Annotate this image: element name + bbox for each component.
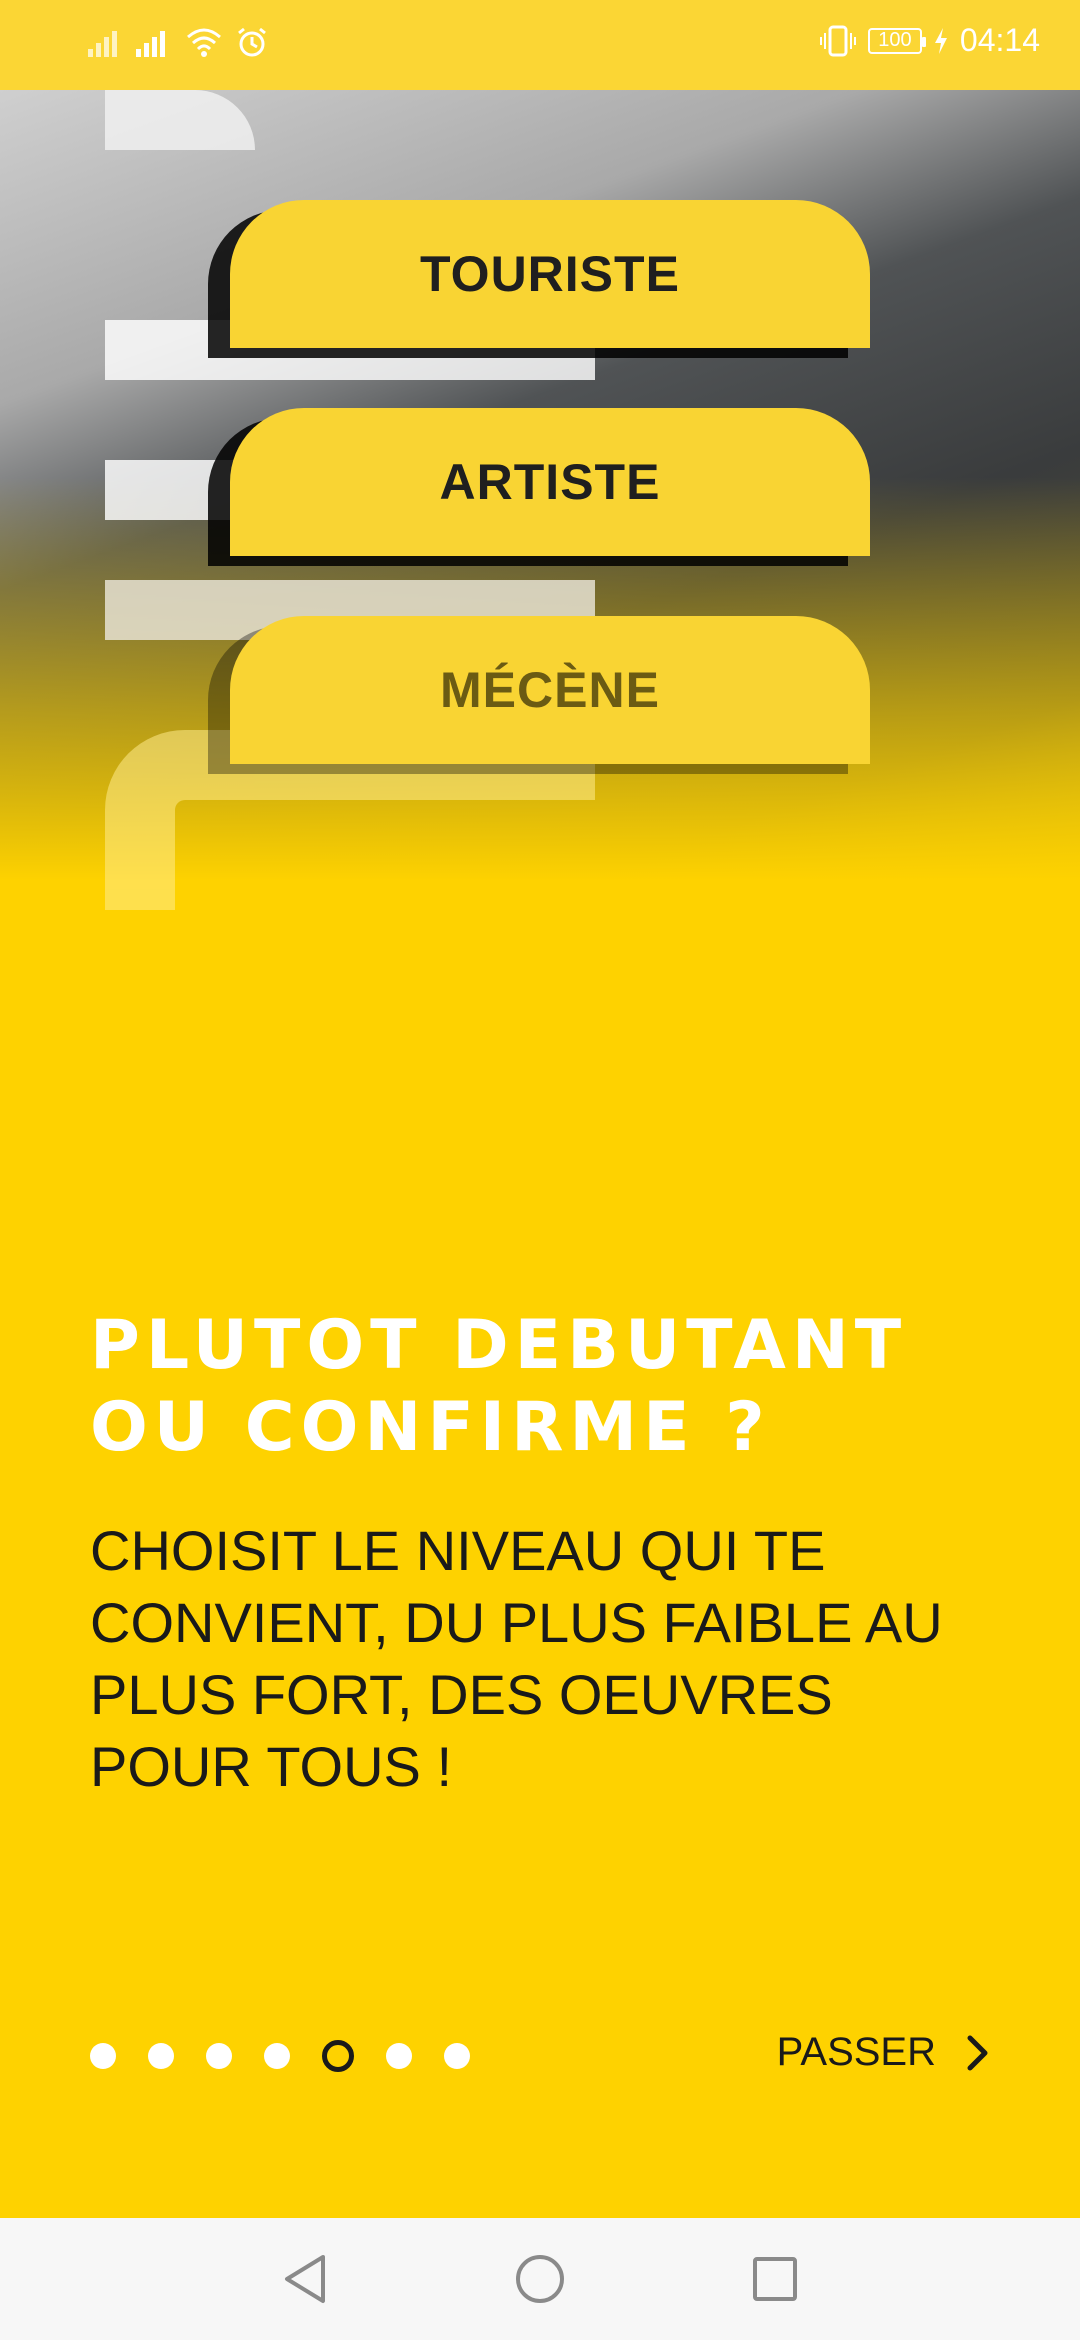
charging-icon xyxy=(934,27,947,54)
role-button-label: TOURISTE xyxy=(420,246,680,302)
page-dot[interactable] xyxy=(206,2043,232,2069)
navigation-bar xyxy=(0,2218,1080,2340)
page-dot[interactable] xyxy=(444,2043,470,2069)
page-dot[interactable] xyxy=(90,2043,116,2069)
signal-icon xyxy=(136,31,165,57)
onboarding-description: CHOISIT LE NIVEAU QUI TE CONVIENT, DU PL… xyxy=(90,1519,943,1798)
role-button-touriste: TOURISTE xyxy=(230,200,870,348)
page-indicator xyxy=(90,2040,470,2072)
role-button-label: MÉCÈNE xyxy=(440,662,660,718)
status-right: 100 04:14 xyxy=(819,22,1040,59)
status-bar: 100 04:14 xyxy=(0,0,1080,90)
skip-button-label: PASSER xyxy=(776,2030,936,2074)
wifi-icon xyxy=(187,28,221,57)
battery-level: 100 xyxy=(878,29,912,51)
role-button-mecene: MÉCÈNE xyxy=(230,616,870,764)
page-dot[interactable] xyxy=(148,2043,174,2069)
hero-illustration: TOURISTE ARTISTE MÉCÈNE xyxy=(0,90,1080,950)
recents-icon[interactable] xyxy=(751,2255,799,2303)
onboarding-title: PLUTOT DEBUTANT OU CONFIRME ? xyxy=(90,1306,908,1467)
signal-icon xyxy=(88,31,117,57)
status-time: 04:14 xyxy=(959,22,1040,58)
chevron-right-icon xyxy=(967,2035,988,2070)
skip-button[interactable]: PASSER xyxy=(777,2030,990,2075)
page-dot-active[interactable] xyxy=(322,2040,354,2072)
page-dot[interactable] xyxy=(264,2043,290,2069)
alarm-icon xyxy=(238,27,266,57)
status-left xyxy=(88,26,268,58)
page-dot[interactable] xyxy=(386,2043,412,2069)
role-button-artiste: ARTISTE xyxy=(230,408,870,556)
back-icon[interactable] xyxy=(281,2253,329,2305)
role-button-label: ARTISTE xyxy=(439,454,661,510)
decor-shape xyxy=(105,90,255,150)
vibrate-icon xyxy=(819,25,856,56)
home-icon[interactable] xyxy=(514,2253,566,2305)
battery-icon: 100 xyxy=(867,27,926,54)
